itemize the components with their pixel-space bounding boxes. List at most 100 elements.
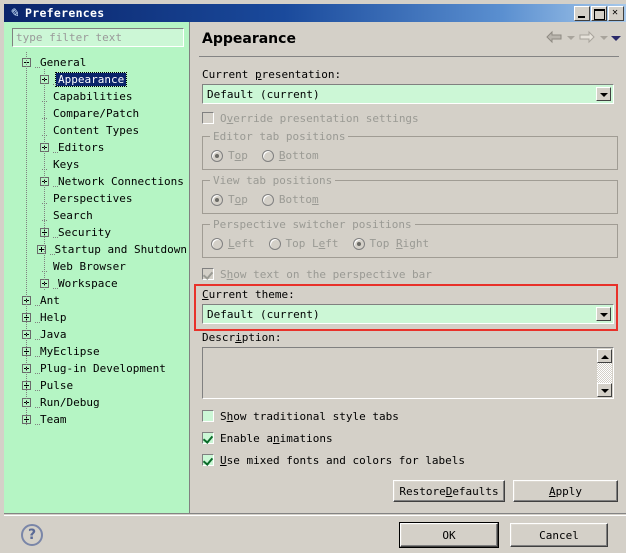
radio-editor-top-label: Top	[228, 149, 248, 162]
radio-switcher-top-left-label: Top Left	[285, 237, 339, 250]
radio-switcher-top-left[interactable]: Top Left	[268, 237, 339, 250]
sidebar-item-run-debug[interactable]: Run/Debug	[4, 394, 189, 411]
override-presentation-checkbox[interactable]: Override presentation settings	[202, 110, 618, 126]
sidebar-item-editors[interactable]: Editors	[4, 139, 189, 156]
sidebar-item-label: Pulse	[40, 379, 74, 392]
sidebar-item-pulse[interactable]: Pulse	[4, 377, 189, 394]
sidebar-item-startup-and-shutdown[interactable]: Startup and Shutdown	[4, 241, 189, 258]
chevron-down-icon[interactable]	[596, 307, 611, 321]
ok-button[interactable]: OK	[400, 523, 498, 547]
page-nav-toolbar	[545, 28, 621, 46]
apply-button[interactable]: Apply	[513, 480, 618, 502]
sidebar-item-label: MyEclipse	[40, 345, 100, 358]
sidebar-item-appearance[interactable]: Appearance	[4, 71, 189, 88]
chevron-down-icon[interactable]	[596, 87, 611, 101]
radio-icon[interactable]	[211, 237, 223, 250]
page-header: Appearance	[191, 22, 626, 57]
sidebar-item-web-browser[interactable]: Web Browser	[4, 258, 189, 275]
sidebar-item-security[interactable]: Security	[4, 224, 189, 241]
sidebar-item-label: Content Types	[53, 124, 140, 137]
description-scrollbar[interactable]	[597, 349, 612, 397]
perspective-switcher-title: Perspective switcher positions	[210, 218, 415, 231]
radio-view-top[interactable]: Top	[211, 193, 248, 206]
search-input[interactable]	[12, 28, 184, 47]
sidebar-item-label: Team	[40, 413, 67, 426]
sidebar-item-label: Keys	[53, 158, 80, 171]
checkbox-icon[interactable]	[202, 432, 214, 444]
sidebar-item-compare-patch[interactable]: Compare/Patch	[4, 105, 189, 122]
back-history-chevron-down-icon[interactable]	[566, 28, 575, 46]
forward-history-chevron-down-icon[interactable]	[599, 28, 608, 46]
radio-switcher-left[interactable]: Left	[211, 237, 255, 250]
sidebar-item-workspace[interactable]: Workspace	[4, 275, 189, 292]
page-content: Current presentation: Default (current) …	[191, 58, 626, 514]
sidebar-item-label: Compare/Patch	[53, 107, 140, 120]
radio-icon[interactable]	[261, 193, 274, 206]
restore-defaults-button[interactable]: Restore Defaults	[393, 480, 505, 502]
current-presentation-combo[interactable]: Default (current)	[202, 84, 614, 104]
sidebar-item-label: Editors	[58, 141, 105, 154]
radio-view-bottom[interactable]: Bottom	[261, 193, 319, 206]
editor-tab-radios: Top Bottom	[211, 149, 609, 162]
view-menu-icon[interactable]	[611, 28, 621, 46]
sidebar-item-perspectives[interactable]: Perspectives	[4, 190, 189, 207]
mixed-fonts-checkbox[interactable]: Use mixed fonts and colors for labels	[202, 452, 618, 468]
scroll-up-icon[interactable]	[597, 349, 612, 363]
enable-animations-label: Enable animations	[220, 431, 333, 445]
maximize-button[interactable]	[591, 5, 607, 21]
radio-icon[interactable]	[211, 193, 223, 206]
show-perspective-text-checkbox[interactable]: Show text on the perspective bar	[202, 266, 618, 282]
sidebar-item-search[interactable]: Search	[4, 207, 189, 224]
checkbox-icon[interactable]	[202, 112, 214, 124]
current-theme-combo[interactable]: Default (current)	[202, 304, 614, 324]
dialog-body: General Appearance Capabilities Compare/Pat…	[4, 22, 626, 514]
sidebar-item-help[interactable]: Help	[4, 309, 189, 326]
sidebar-item-label: Web Browser	[53, 260, 126, 273]
scroll-down-icon[interactable]	[597, 383, 612, 397]
page-button-row: Restore Defaults Apply	[202, 480, 618, 502]
perspective-switcher-group: Perspective switcher positions Left Top …	[202, 218, 618, 258]
sidebar-item-keys[interactable]: Keys	[4, 156, 189, 173]
sidebar-item-general[interactable]: General	[4, 54, 189, 71]
preferences-dialog: ✎ Preferences General Appearance Capabilit…	[0, 0, 626, 553]
radio-editor-top[interactable]: Top	[211, 149, 248, 162]
enable-animations-checkbox[interactable]: Enable animations	[202, 430, 618, 446]
radio-editor-bottom[interactable]: Bottom	[261, 149, 319, 162]
radio-icon[interactable]	[211, 149, 223, 162]
description-textarea[interactable]	[202, 347, 614, 399]
preference-tree[interactable]: General Appearance Capabilities Compare/Pat…	[4, 52, 189, 514]
sidebar-item-content-types[interactable]: Content Types	[4, 122, 189, 139]
sidebar-item-network-connections[interactable]: Network Connections	[4, 173, 189, 190]
checkbox-icon[interactable]	[202, 410, 214, 422]
sidebar: General Appearance Capabilities Compare/Pat…	[4, 22, 190, 514]
radio-icon[interactable]	[352, 237, 365, 250]
cancel-button[interactable]: Cancel	[510, 523, 608, 547]
sidebar-item-myeclipse[interactable]: MyEclipse	[4, 343, 189, 360]
forward-arrow-icon[interactable]	[578, 28, 596, 46]
sidebar-item-label: General	[40, 56, 87, 69]
radio-switcher-top-right[interactable]: Top Right	[352, 237, 429, 250]
footer-divider	[4, 513, 626, 514]
header-divider	[199, 56, 619, 57]
sidebar-item-plug-in-development[interactable]: Plug-in Development	[4, 360, 189, 377]
minimize-button[interactable]	[574, 5, 590, 21]
sidebar-item-label: Run/Debug	[40, 396, 100, 409]
sidebar-item-ant[interactable]: Ant	[4, 292, 189, 309]
sidebar-item-label: Plug-in Development	[40, 362, 166, 375]
radio-icon[interactable]	[261, 149, 274, 162]
sidebar-item-label: Perspectives	[53, 192, 133, 205]
radio-icon[interactable]	[268, 237, 281, 250]
sidebar-item-capabilities[interactable]: Capabilities	[4, 88, 189, 105]
sidebar-item-team[interactable]: Team	[4, 411, 189, 428]
current-theme-label: Current theme:	[202, 288, 295, 301]
page-title: Appearance	[202, 31, 296, 47]
help-icon[interactable]: ?	[21, 524, 43, 546]
editor-tab-positions-title: Editor tab positions	[210, 130, 349, 143]
sidebar-item-java[interactable]: Java	[4, 326, 189, 343]
checkbox-icon[interactable]	[202, 268, 214, 280]
close-button[interactable]	[608, 5, 624, 21]
sidebar-item-label: Java	[40, 328, 67, 341]
traditional-tabs-checkbox[interactable]: Show traditional style tabs	[202, 408, 618, 424]
back-arrow-icon[interactable]	[545, 28, 563, 46]
checkbox-icon[interactable]	[202, 454, 214, 466]
